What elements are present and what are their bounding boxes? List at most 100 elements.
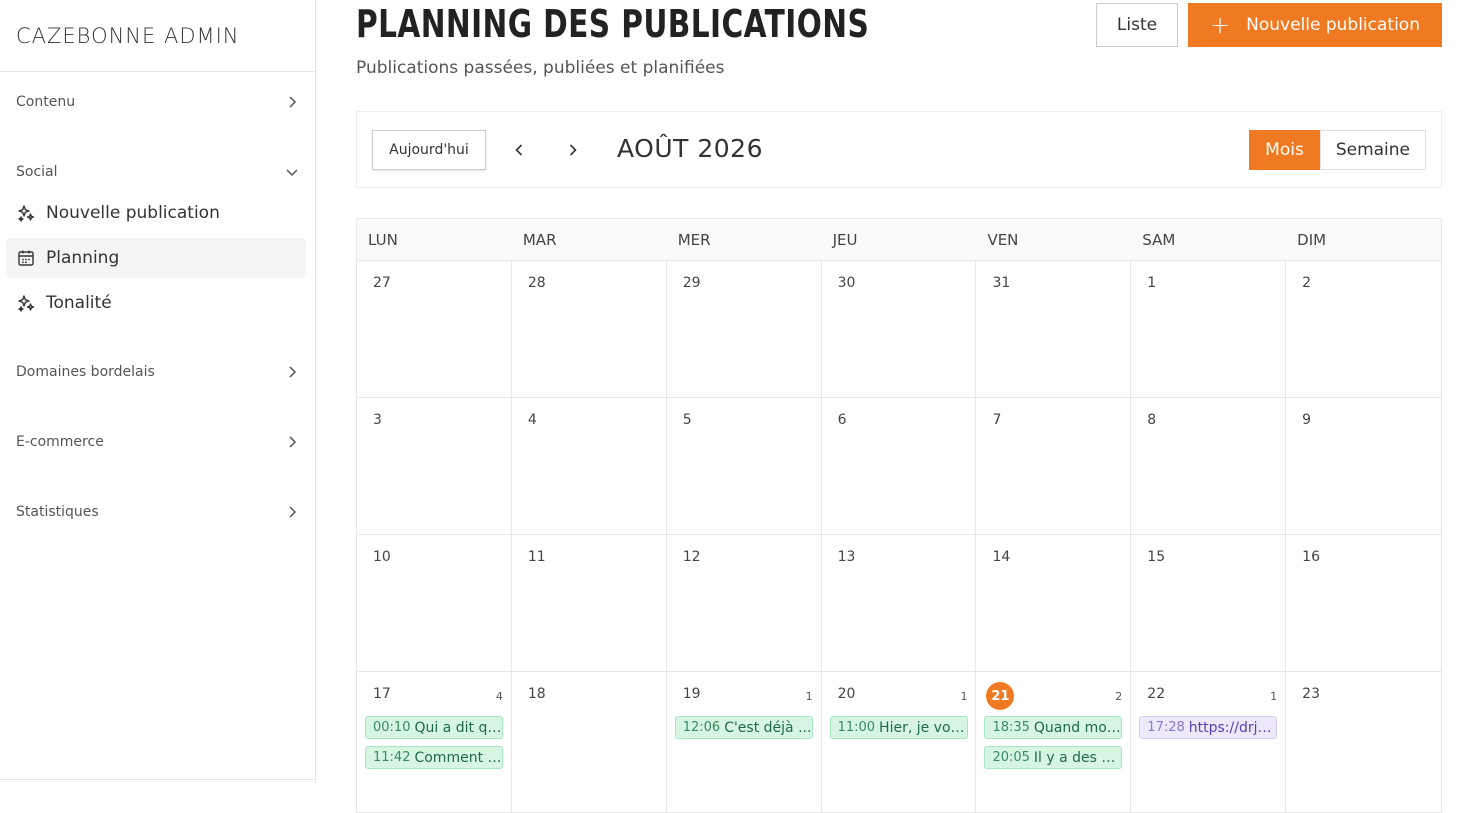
sidebar-section-ecommerce[interactable]: E-commerce [16, 432, 300, 452]
calendar-day-cell[interactable]: 20 1 11:00Hier, je vous... [822, 672, 977, 812]
day-number: 16 [1302, 549, 1320, 565]
event-title: Hier, je vous... [879, 719, 967, 736]
calendar-day-cell[interactable]: 29 [667, 261, 822, 397]
calendar-day-cell[interactable]: 28 [512, 261, 667, 397]
sidebar-item-tonalite[interactable]: Tonalité [6, 283, 306, 323]
calendar-day-cell[interactable]: 8 [1131, 398, 1287, 534]
weekday-label: MER [677, 230, 711, 249]
day-number: 20 [837, 686, 856, 702]
new-publication-button[interactable]: + Nouvelle publication [1188, 3, 1442, 47]
weekday-header: LUN MAR MER JEU VEN SAM DIM [357, 219, 1441, 261]
brand-title: CAZEBONNE ADMIN [0, 0, 315, 72]
day-number: 18 [527, 686, 546, 702]
event-title: https://drjol... [1188, 719, 1277, 736]
sidebar-section-social[interactable]: Social [16, 162, 300, 182]
calendar-day-cell[interactable]: 16 [1286, 535, 1441, 671]
event-title: Qui a dit qu... [414, 719, 502, 736]
calendar-day-cell[interactable]: 7 [976, 398, 1132, 534]
calendar-day-cell[interactable]: 15 [1131, 535, 1287, 671]
sidebar-section-statistiques[interactable]: Statistiques [16, 502, 300, 522]
calendar-day-cell[interactable]: 12 [667, 535, 822, 671]
calendar-day-cell[interactable]: 22 1 17:28 https://drjol... [1131, 672, 1287, 812]
weekday-label: VEN [987, 230, 1019, 249]
calendar-event[interactable]: 17:28 https://drjol... [1139, 716, 1278, 739]
nav-label: Tonalité [46, 293, 112, 313]
calendar-day-cell[interactable]: 9 [1286, 398, 1441, 534]
event-time: 17:28 [1147, 720, 1185, 735]
sparkles-icon [18, 205, 35, 222]
calendar-day-cell[interactable]: 10 [357, 535, 512, 671]
calendar-day-cell[interactable]: 6 [822, 398, 977, 534]
weekday-label: JEU [832, 230, 858, 249]
sidebar-item-planning[interactable]: Planning [6, 238, 306, 278]
calendar-day-cell[interactable]: 21 2 18:35 Quand mon... 20:05 Il y a des pl..… [976, 672, 1132, 812]
weekday-label: MAR [522, 230, 557, 249]
sidebar-footer-divider [0, 779, 316, 783]
plus-icon: + [1210, 11, 1231, 39]
event-title: Comment c... [414, 749, 502, 766]
day-number: 11 [527, 549, 546, 565]
calendar-day-cell[interactable]: 18 [512, 672, 667, 812]
day-number: 9 [1302, 412, 1312, 428]
chevron-left-icon[interactable] [509, 140, 529, 160]
calendar-day-cell[interactable]: 31 [976, 261, 1132, 397]
day-number: 13 [837, 549, 856, 565]
event-count-badge: 2 [1115, 690, 1123, 703]
calendar-event[interactable]: 12:06 C'est déjà ... [674, 716, 813, 739]
list-view-button[interactable]: Liste [1096, 3, 1178, 47]
calendar-event[interactable]: 18:35 Quand mon... [984, 716, 1123, 739]
event-count-badge: 4 [495, 690, 503, 703]
calendar-week-row: 27 28 29 30 31 1 2 [357, 261, 1441, 398]
calendar-day-cell[interactable]: 3 [357, 398, 512, 534]
month-calendar: LUN MAR MER JEU VEN SAM DIM 27 28 29 30 31 1 2… [356, 218, 1442, 813]
calendar-event[interactable]: 20:05 Il y a des pl... [984, 746, 1123, 769]
calendar-event[interactable]: 00:10 Qui a dit qu... [365, 716, 503, 739]
event-time: 18:35 [992, 720, 1030, 735]
chevron-down-icon [286, 169, 298, 177]
sidebar: CAZEBONNE ADMIN Contenu Social Nouvelle … [0, 0, 316, 783]
sparkles-icon [18, 295, 35, 312]
event-count-badge: 1 [805, 690, 813, 703]
sidebar-section-domaines[interactable]: Domaines bordelais [16, 362, 300, 382]
calendar-day-cell[interactable]: 17 4 00:10 Qui a dit qu... 11:42 Comment c... [357, 672, 512, 812]
calendar-week-row: 10 11 12 13 14 15 16 [357, 535, 1441, 672]
day-number: 17 [373, 686, 391, 702]
calendar-day-cell[interactable]: 19 1 12:06 C'est déjà ... [667, 672, 822, 812]
day-number: 14 [992, 549, 1011, 565]
calendar-icon [18, 250, 34, 266]
calendar-event[interactable]: 11:00Hier, je vous... [829, 716, 968, 739]
event-title: C'est déjà ... [724, 719, 812, 736]
calendar-day-cell[interactable]: 13 [822, 535, 977, 671]
calendar-day-cell[interactable]: 2 [1286, 261, 1441, 397]
view-month-button[interactable]: Mois [1249, 130, 1320, 170]
section-label: Statistiques [16, 504, 99, 520]
calendar-day-cell[interactable]: 1 [1131, 261, 1287, 397]
day-number: 23 [1302, 686, 1320, 702]
day-number: 30 [837, 275, 856, 291]
chevron-right-icon[interactable] [563, 140, 583, 160]
calendar-week-row: 3 4 5 6 7 8 9 [357, 398, 1441, 535]
event-count-badge: 1 [960, 690, 968, 703]
calendar-day-cell[interactable]: 5 [667, 398, 822, 534]
sidebar-section-contenu[interactable]: Contenu [16, 92, 300, 112]
day-number: 10 [373, 549, 391, 565]
calendar-day-cell[interactable]: 14 [976, 535, 1132, 671]
calendar-day-cell[interactable]: 27 [357, 261, 512, 397]
calendar-day-cell[interactable]: 23 [1286, 672, 1441, 812]
sidebar-item-nouvelle-publication[interactable]: Nouvelle publication [6, 193, 306, 233]
page-subtitle: Publications passées, publiées et planif… [356, 58, 725, 78]
calendar-day-cell[interactable]: 4 [512, 398, 667, 534]
weekday-label: DIM [1297, 230, 1327, 249]
event-time: 20:05 [992, 750, 1030, 765]
today-button[interactable]: Aujourd'hui [372, 130, 486, 170]
calendar-event[interactable]: 11:42 Comment c... [365, 746, 503, 769]
calendar-day-cell[interactable]: 11 [512, 535, 667, 671]
calendar-body: 27 28 29 30 31 1 2 3 4 5 6 7 8 9 10 11 12 13 14 15 16 17 4 00:1… [357, 261, 1441, 812]
view-week-button[interactable]: Semaine [1319, 130, 1426, 170]
event-title: Il y a des pl... [1033, 749, 1122, 766]
event-time: 00:10 [373, 720, 411, 735]
section-label: Social [16, 164, 58, 180]
section-label: Domaines bordelais [16, 364, 155, 380]
calendar-day-cell[interactable]: 30 [822, 261, 977, 397]
nav-label: Nouvelle publication [46, 203, 220, 223]
